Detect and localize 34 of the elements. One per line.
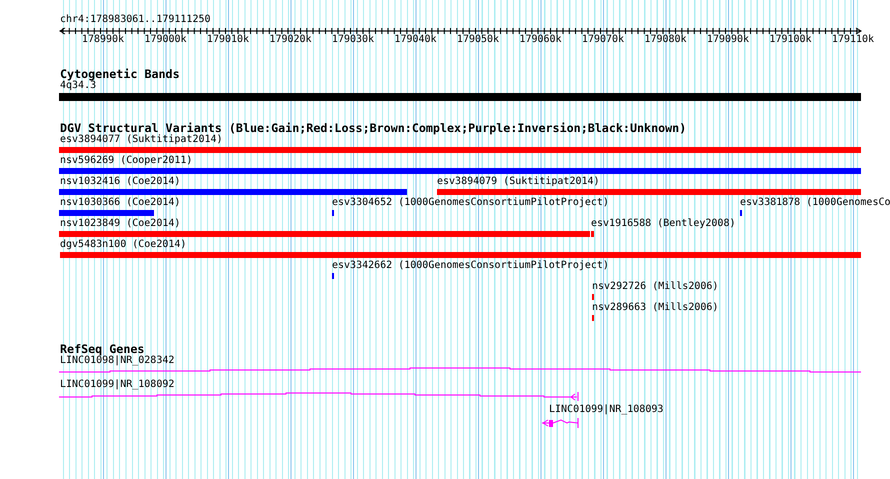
tick-label: 179070k [580,34,626,46]
track-title: DGV Structural Variants (Blue:Gain;Red:Loss;Brown:Complex;Purple:Inversion;Black:Unknown) [60,122,686,135]
variant-label: nsv292726 (Mills2006) [592,281,718,293]
tick-label: 179040k [393,34,438,46]
variant-label: esv3894079 (Suktitipat2014) [437,176,600,188]
track-title: RefSeq Genes [60,343,144,356]
gene-label: LINC01098|NR_028342 [60,355,174,367]
variant-label: esv1916588 (Bentley2008) [591,218,736,230]
tick-label: 179060k [518,34,563,46]
tick-label: 179050k [456,34,500,46]
tick-label: 178990k [80,34,126,46]
variant-label: nsv1023849 (Coe2014) [60,218,180,230]
tick-label: 179080k [643,34,688,46]
tick-label: 179000k [143,34,188,46]
region-label: chr4:178983061..179111250 [60,14,211,26]
tick-label: 179010k [206,34,250,46]
variant-label: esv3304652 (1000GenomesConsortiumPilotProject) [332,197,609,209]
variant-label: nsv596269 (Cooper2011) [60,155,192,167]
tick-label: 179020k [268,34,313,46]
gene-label: LINC01099|NR_108093 [549,404,664,416]
variant-label: esv3894077 (Suktitipat2014) [60,134,223,146]
variant-label: nsv1030366 (Coe2014) [60,197,180,209]
tick-label: 179090k [706,34,750,46]
gene-label: LINC01099|NR_108092 [60,379,174,391]
variant-label: nsv1032416 (Coe2014) [60,176,180,188]
track-title: Cytogenetic Bands [60,68,180,81]
variant-label: dgv5483n100 (Coe2014) [60,239,186,251]
variant-label: esv3381878 (1000GenomesCo [740,197,890,209]
variant-label: nsv289663 (Mills2006) [592,302,718,314]
band-label: 4q34.3 [60,80,96,92]
variant-label: esv3342662 (1000GenomesConsortiumPilotProject) [332,260,609,272]
tick-label: 179110k [830,34,876,46]
tick-label: 179030k [330,34,376,46]
tick-label: 179100k [768,34,813,46]
